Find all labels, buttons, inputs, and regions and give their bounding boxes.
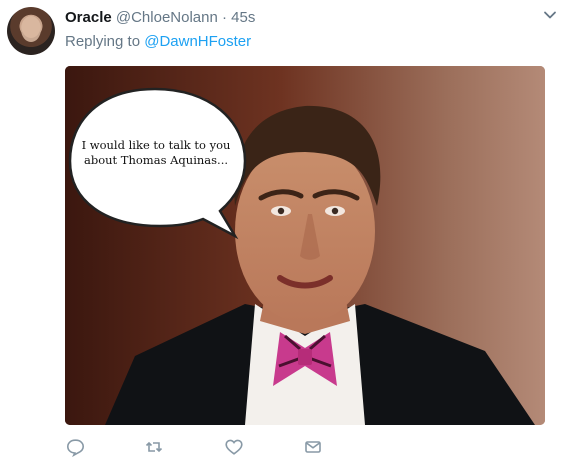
chevron-down-icon[interactable]: [543, 8, 557, 22]
message-icon[interactable]: [303, 437, 323, 457]
reply-icon[interactable]: [65, 437, 85, 457]
speech-bubble-shape: [68, 87, 247, 240]
mention-link[interactable]: @DawnHFoster: [144, 33, 251, 50]
handle[interactable]: @ChloeNolann: [116, 9, 218, 26]
tweet-actions: [65, 437, 365, 459]
replying-prefix: Replying to: [65, 33, 141, 50]
like-icon[interactable]: [224, 437, 244, 457]
avatar[interactable]: [7, 7, 55, 55]
speech-bubble-text: I would like to talk to you about Thomas…: [81, 138, 231, 167]
tweet-header: Oracle @ChloeNolann · 45s: [65, 9, 255, 26]
replying-to: Replying to @DawnHFoster: [65, 33, 251, 50]
timestamp[interactable]: 45s: [231, 9, 255, 26]
separator: ·: [222, 9, 227, 26]
display-name[interactable]: Oracle: [65, 9, 112, 26]
retweet-icon[interactable]: [144, 437, 164, 457]
speech-bubble: I would like to talk to you about Thomas…: [65, 66, 545, 425]
